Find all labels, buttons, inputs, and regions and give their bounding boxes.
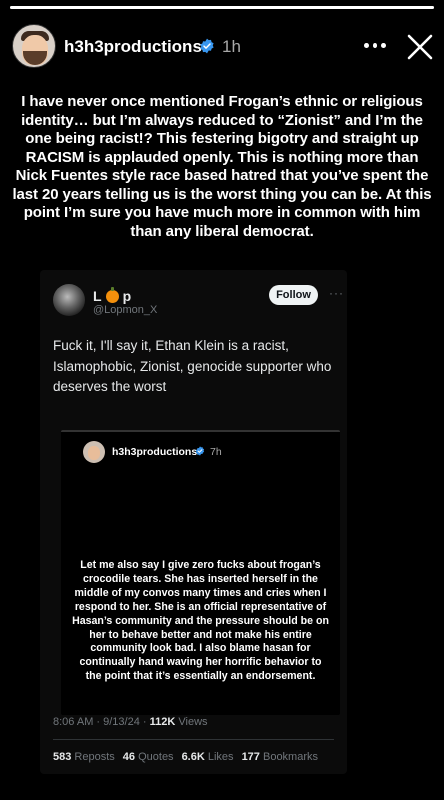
quotes-stat[interactable]: 46 Quotes [123, 751, 174, 763]
story-time: 1h [222, 37, 241, 56]
reposts-stat[interactable]: 583 Reposts [53, 751, 115, 763]
embedded-username: h3h3productions [112, 446, 198, 458]
tweet-author-name[interactable]: Lp [93, 286, 132, 304]
tweet-author-name-start: L [93, 288, 102, 304]
tweet-stats: 583 Reposts 46 Quotes 6.6K Likes 177 Boo… [53, 751, 326, 763]
reposts-count: 583 [53, 751, 72, 763]
tweet-card[interactable]: Lp @Lopmon_X Follow ··· Fuck it, I'll sa… [40, 270, 347, 774]
likes-label: Likes [207, 751, 234, 763]
pumpkin-emoji-icon [105, 286, 119, 303]
embedded-time: 7h [210, 446, 222, 458]
quotes-label: Quotes [138, 751, 174, 763]
story-caption: I have never once mentioned Frogan’s eth… [12, 93, 432, 240]
tweet-author-name-end: p [122, 288, 132, 304]
more-options-icon[interactable] [364, 35, 387, 55]
bookmarks-count: 177 [241, 751, 260, 763]
tweet-more-icon[interactable]: ··· [329, 286, 344, 300]
verified-badge-icon [200, 38, 214, 54]
follow-button[interactable]: Follow [269, 285, 318, 305]
bookmarks-stat[interactable]: 177 Bookmarks [242, 751, 318, 763]
views-label: Views [175, 716, 208, 728]
embedded-text: Let me also say I give zero fucks about … [72, 559, 329, 683]
likes-count: 6.6K [181, 751, 205, 763]
likes-stat[interactable]: 6.6K Likes [182, 751, 234, 763]
quotes-count: 46 [122, 751, 136, 763]
story-progress-fill [10, 6, 434, 9]
close-icon[interactable] [407, 34, 433, 60]
embedded-avatar [83, 441, 105, 463]
divider [53, 739, 334, 740]
views-count: 112K [149, 716, 176, 728]
avatar[interactable] [12, 24, 56, 68]
bookmarks-label: Bookmarks [262, 751, 319, 763]
tweet-avatar[interactable] [53, 284, 85, 316]
tweet-time: 8:06 AM · 9/13/24 · [53, 716, 150, 728]
embedded-verified-badge-icon [195, 446, 205, 456]
tweet-timestamp[interactable]: 8:06 AM · 9/13/24 · 112K Views [53, 716, 208, 728]
tweet-text: Fuck it, I'll say it, Ethan Klein is a r… [53, 338, 332, 394]
story-username[interactable]: h3h3productions [64, 37, 202, 57]
embedded-screenshot[interactable]: h3h3productions 7h Let me also say I giv… [61, 430, 340, 715]
story-header: h3h3productions 1h [0, 22, 444, 72]
story-progress-bar [10, 6, 434, 9]
tweet-handle[interactable]: @Lopmon_X [93, 304, 157, 316]
reposts-label: Reposts [74, 751, 115, 763]
